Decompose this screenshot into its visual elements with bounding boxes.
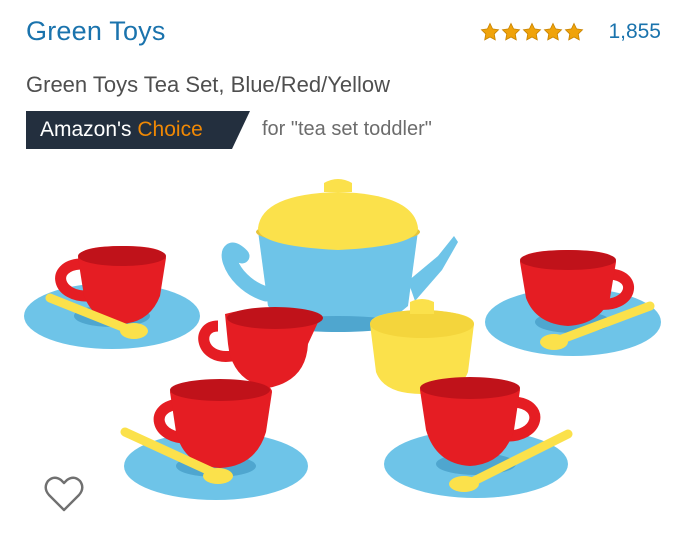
star-icon: [523, 22, 542, 41]
badge-accent: Choice: [137, 118, 203, 141]
badge-prefix: Amazon's: [40, 118, 132, 141]
review-count[interactable]: 1,855: [608, 20, 661, 44]
product-image[interactable]: [20, 176, 665, 511]
star-rating: [480, 22, 584, 42]
heart-outline-icon[interactable]: [42, 472, 86, 516]
badge-label: Amazon's Choice: [40, 118, 203, 142]
brand-link[interactable]: Green Toys: [26, 16, 166, 47]
star-icon: [502, 22, 521, 41]
star-icon: [565, 22, 584, 41]
star-icon: [544, 22, 563, 41]
rating-summary[interactable]: 1,855: [480, 20, 661, 44]
creamer: [198, 307, 323, 388]
product-title: Green Toys Tea Set, Blue/Red/Yellow: [26, 72, 391, 97]
badge-keyword: for "tea set toddler": [262, 118, 432, 140]
star-icon: [481, 22, 500, 41]
amazons-choice-badge: Amazon's Choice: [26, 111, 250, 149]
